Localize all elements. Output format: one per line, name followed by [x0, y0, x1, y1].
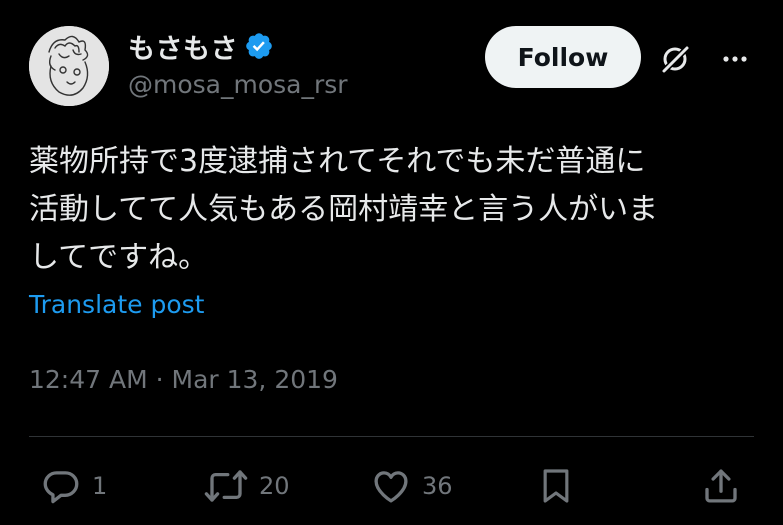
- user-handle[interactable]: @mosa_mosa_rsr: [128, 70, 348, 99]
- translate-post-link[interactable]: Translate post: [29, 290, 204, 319]
- reply-count: 1: [92, 472, 108, 500]
- like-count: 36: [422, 472, 453, 500]
- display-name[interactable]: もさもさ: [128, 27, 238, 66]
- repost-icon: [203, 465, 249, 507]
- grok-slash-icon[interactable]: [656, 40, 694, 78]
- verified-badge-icon[interactable]: [244, 31, 274, 61]
- repost-button[interactable]: 20: [203, 460, 290, 512]
- follow-button[interactable]: Follow: [485, 26, 641, 88]
- more-dots-icon[interactable]: [716, 40, 754, 78]
- action-bar: 1 20 36: [0, 460, 783, 512]
- post-timestamp[interactable]: 12:47 AM · Mar 13, 2019: [29, 365, 338, 394]
- share-button[interactable]: [700, 460, 742, 512]
- reply-button[interactable]: 1: [40, 460, 107, 512]
- like-button[interactable]: 36: [370, 460, 453, 512]
- reply-icon: [40, 465, 82, 507]
- author-name-row[interactable]: もさもさ: [128, 26, 274, 66]
- post-text: 薬物所持で3度逮捕されてそれでも未だ普通に 活動してて人気もある岡村靖幸と言う人…: [29, 144, 659, 275]
- repost-count: 20: [259, 472, 290, 500]
- bookmark-icon: [536, 465, 576, 507]
- bookmark-button[interactable]: [536, 460, 576, 512]
- avatar-drawing: [29, 26, 109, 106]
- avatar[interactable]: [29, 26, 109, 106]
- heart-icon: [370, 465, 412, 507]
- divider: [29, 436, 754, 437]
- share-icon: [700, 465, 742, 507]
